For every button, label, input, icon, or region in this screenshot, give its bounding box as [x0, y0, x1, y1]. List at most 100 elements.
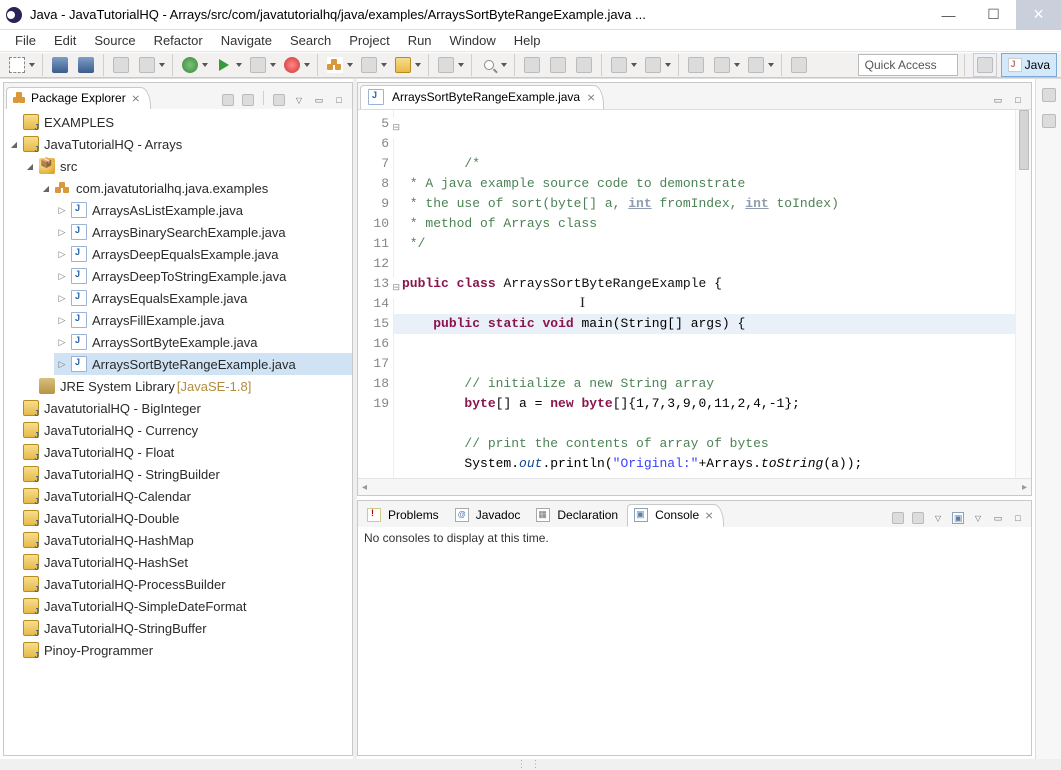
code-line[interactable]: public class ArraysSortByteRangeExample …: [402, 276, 722, 291]
java-perspective-button[interactable]: Java: [1001, 53, 1057, 77]
display-console-button[interactable]: [909, 509, 927, 527]
line-number[interactable]: 12: [358, 254, 389, 274]
expand-icon[interactable]: [8, 490, 20, 502]
code-line[interactable]: * method of Arrays class: [402, 216, 597, 231]
run-button[interactable]: [212, 53, 236, 77]
menu-navigate[interactable]: Navigate: [212, 30, 281, 51]
line-number[interactable]: 15: [358, 314, 389, 334]
minimize-button[interactable]: —: [926, 0, 971, 30]
tree-node[interactable]: JavaTutorialHQ-ProcessBuilder: [6, 573, 352, 595]
tree-node[interactable]: src: [22, 155, 352, 177]
outline-view-button[interactable]: [1039, 111, 1059, 131]
tree-node[interactable]: JavaTutorialHQ-Calendar: [6, 485, 352, 507]
tree-node[interactable]: ArraysSortByteExample.java: [54, 331, 352, 353]
line-number[interactable]: 10: [358, 214, 389, 234]
back-button[interactable]: [710, 53, 734, 77]
expand-icon[interactable]: [8, 446, 20, 458]
tree-node[interactable]: JavaTutorialHQ - Currency: [6, 419, 352, 441]
focus-task-button[interactable]: [270, 91, 288, 109]
line-number[interactable]: 5: [358, 114, 389, 134]
restore-view-button[interactable]: [1039, 85, 1059, 105]
skip-breakpoints-button[interactable]: [135, 53, 159, 77]
tree-node[interactable]: JavaTutorialHQ-Double: [6, 507, 352, 529]
menu-search[interactable]: Search: [281, 30, 340, 51]
menu-run[interactable]: Run: [399, 30, 441, 51]
save-all-button[interactable]: [74, 53, 98, 77]
code-area[interactable]: I /* * A java example source code to dem…: [394, 110, 1015, 478]
maximize-editor-button[interactable]: □: [1009, 91, 1027, 109]
horizontal-scrollbar[interactable]: ◂▸: [358, 478, 1031, 495]
close-tab-icon[interactable]: ⨯: [585, 91, 597, 103]
expand-icon[interactable]: [8, 600, 20, 612]
new-button[interactable]: [5, 53, 29, 77]
line-number[interactable]: 13: [358, 274, 389, 294]
expand-icon[interactable]: [8, 402, 20, 414]
vertical-scrollbar-thumb[interactable]: [1019, 110, 1029, 170]
line-number[interactable]: 19: [358, 394, 389, 414]
code-line[interactable]: * the use of sort(byte[] a, int fromInde…: [402, 196, 839, 211]
maximize-button[interactable]: ☐: [971, 0, 1016, 30]
expand-icon[interactable]: [8, 556, 20, 568]
code-line[interactable]: System.out.println("Original:"+Arrays.to…: [402, 456, 862, 471]
pin-button[interactable]: [787, 53, 811, 77]
tree-node[interactable]: ArraysAsListExample.java: [54, 199, 352, 221]
toggle-block-button[interactable]: [546, 53, 570, 77]
code-line[interactable]: /*: [464, 156, 480, 171]
tree-node[interactable]: JavaTutorialHQ-StringBuffer: [6, 617, 352, 639]
expand-icon[interactable]: [56, 314, 68, 326]
expand-icon[interactable]: [40, 182, 52, 194]
show-whitespace-button[interactable]: [572, 53, 596, 77]
menu-source[interactable]: Source: [85, 30, 144, 51]
tree-node[interactable]: ArraysDeepEqualsExample.java: [54, 243, 352, 265]
expand-icon[interactable]: [56, 358, 68, 370]
code-line[interactable]: // initialize a new String array: [402, 376, 714, 391]
tree-node[interactable]: JRE System Library [JavaSE-1.8]: [22, 375, 352, 397]
expand-icon[interactable]: [24, 380, 36, 392]
expand-icon[interactable]: [8, 468, 20, 480]
build-button[interactable]: [109, 53, 133, 77]
expand-icon[interactable]: [56, 270, 68, 282]
tree-node[interactable]: ArraysBinarySearchExample.java: [54, 221, 352, 243]
code-line[interactable]: public static void main(String[] args) {: [394, 314, 1015, 334]
view-menu-button-2[interactable]: ▽: [969, 509, 987, 527]
menu-edit[interactable]: Edit: [45, 30, 85, 51]
new-class-button[interactable]: [357, 53, 381, 77]
tree-node[interactable]: ArraysEqualsExample.java: [54, 287, 352, 309]
expand-icon[interactable]: [56, 336, 68, 348]
tab-console[interactable]: Console⨯: [627, 504, 724, 527]
collapse-all-button[interactable]: [219, 91, 237, 109]
next-annotation-button[interactable]: [607, 53, 631, 77]
maximize-bottom-button[interactable]: □: [1009, 509, 1027, 527]
prev-annotation-button[interactable]: [641, 53, 665, 77]
tree-node[interactable]: JavaTutorialHQ - StringBuilder: [6, 463, 352, 485]
package-explorer-tab[interactable]: Package Explorer ⨯: [6, 87, 151, 109]
last-edit-button[interactable]: [684, 53, 708, 77]
editor-tab[interactable]: ArraysSortByteRangeExample.java ⨯: [360, 85, 604, 109]
tree-node[interactable]: ArraysDeepToStringExample.java: [54, 265, 352, 287]
tree-node[interactable]: JavatutorialHQ - BigInteger: [6, 397, 352, 419]
new-package-button[interactable]: [323, 53, 347, 77]
expand-icon[interactable]: [56, 226, 68, 238]
tree-node[interactable]: JavaTutorialHQ-SimpleDateFormat: [6, 595, 352, 617]
expand-icon[interactable]: [8, 512, 20, 524]
tab-javadoc[interactable]: Javadoc: [448, 504, 530, 527]
line-number[interactable]: 9: [358, 194, 389, 214]
line-number[interactable]: 7: [358, 154, 389, 174]
minimize-editor-button[interactable]: ▭: [989, 91, 1007, 109]
menu-window[interactable]: Window: [441, 30, 505, 51]
tree-node[interactable]: ArraysSortByteRangeExample.java: [54, 353, 352, 375]
expand-icon[interactable]: [56, 204, 68, 216]
expand-icon[interactable]: [24, 160, 36, 172]
tab-problems[interactable]: Problems: [360, 504, 448, 527]
quick-access-input[interactable]: Quick Access: [858, 54, 958, 76]
line-number[interactable]: 18: [358, 374, 389, 394]
forward-button[interactable]: [744, 53, 768, 77]
project-tree[interactable]: EXAMPLESJavaTutorialHQ - Arrayssrccom.ja…: [4, 109, 352, 755]
menu-file[interactable]: File: [6, 30, 45, 51]
pin-console-button[interactable]: [889, 509, 907, 527]
code-line[interactable]: byte[] a = new byte[]{1,7,3,9,0,11,2,4,-…: [402, 396, 800, 411]
view-menu-button[interactable]: ▽: [929, 509, 947, 527]
save-button[interactable]: [48, 53, 72, 77]
line-gutter[interactable]: 5678910111213141516171819: [358, 110, 394, 478]
tree-node[interactable]: JavaTutorialHQ - Arrays: [6, 133, 352, 155]
